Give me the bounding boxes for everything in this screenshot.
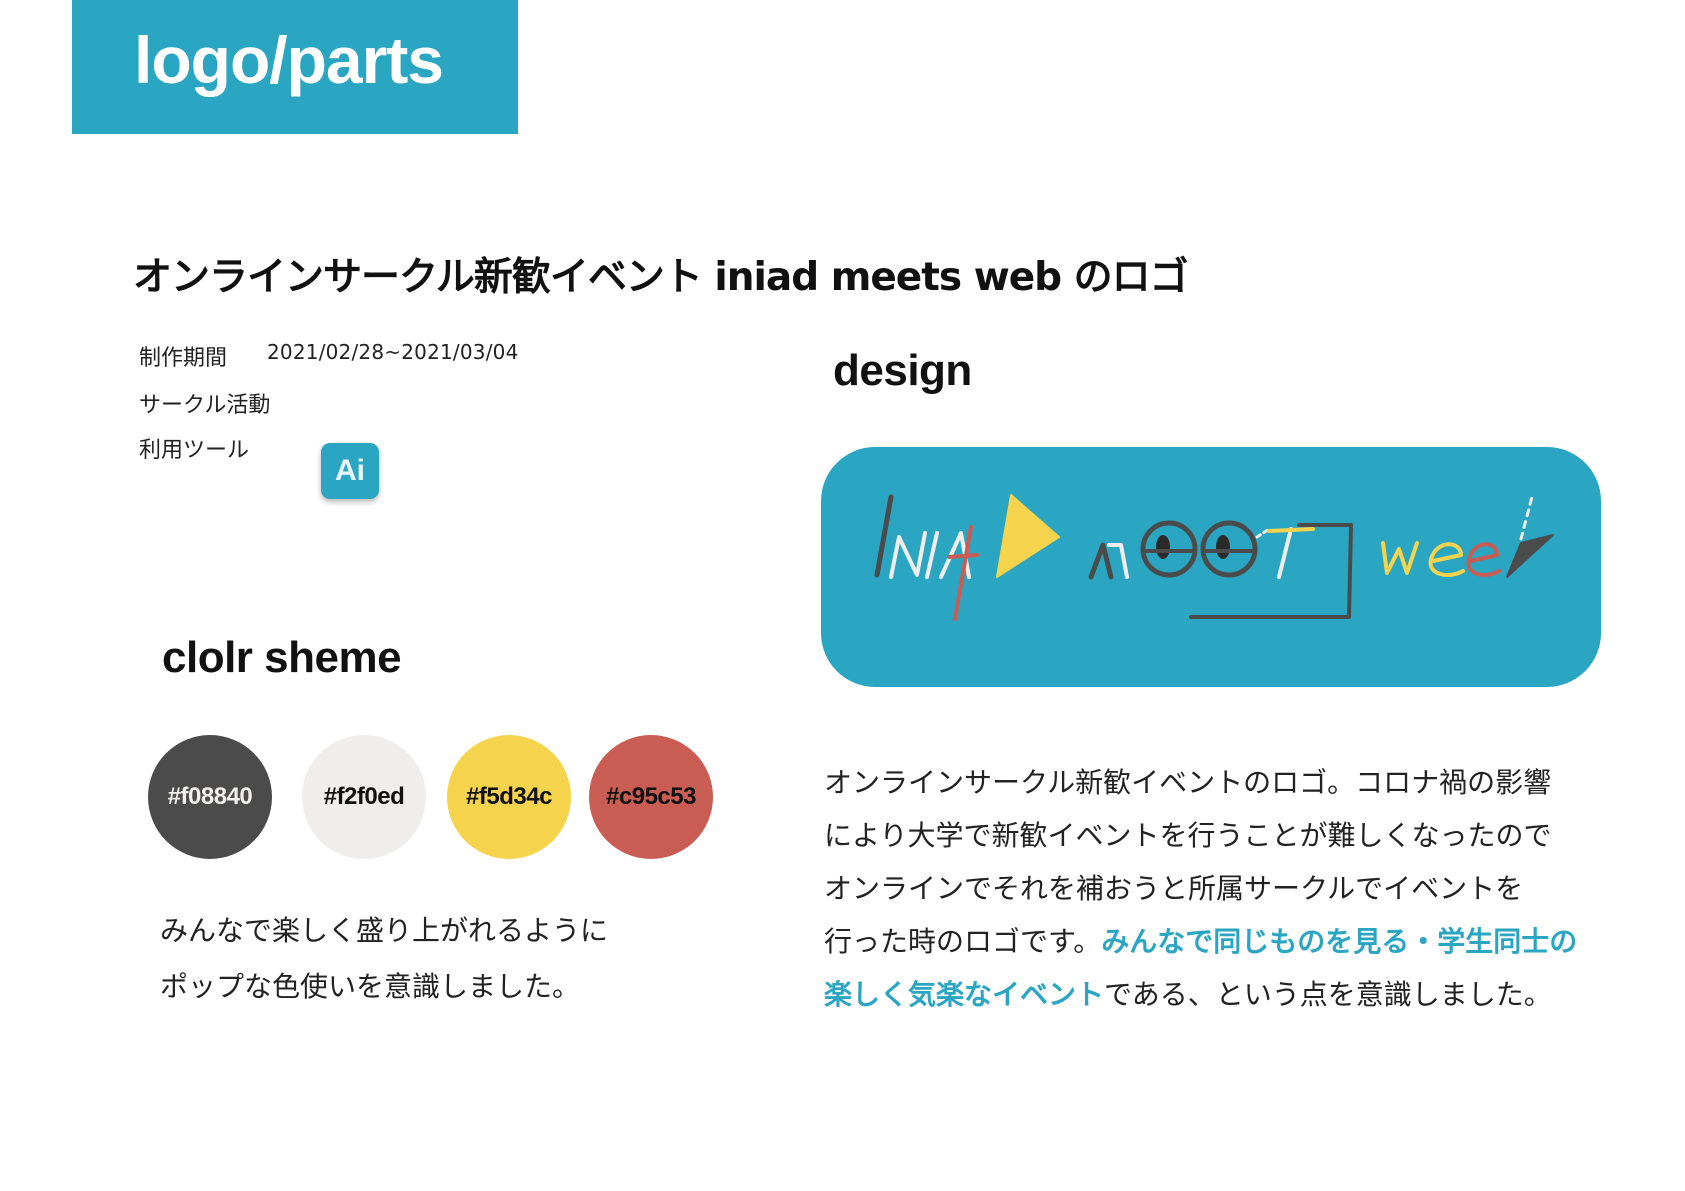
color-swatch-yellow-label: #f5d34c [466, 783, 552, 810]
color-swatch-dark-label: #f08840 [167, 783, 253, 810]
color-scheme-description: みんなで楽しく盛り上がれるように ポップな色使いを意識しました。 [160, 903, 608, 1015]
color-scheme-heading: clolr sheme [162, 633, 402, 682]
logo-preview-card [821, 447, 1601, 687]
design-desc-line-5-plain: である、という点を意識しました。 [1104, 978, 1552, 1011]
design-desc-line-5: 楽しく気楽なイベントである、という点を意識しました。 [824, 968, 1577, 1021]
color-swatch-light-label: #f2f0ed [323, 783, 405, 810]
illustrator-icon: Ai [321, 443, 379, 499]
header-banner: logo/parts [72, 0, 518, 134]
tools-label: 利用ツール [139, 438, 250, 463]
project-title: オンラインサークル新歓イベント iniad meets web のロゴ [133, 255, 1189, 300]
design-heading: design [833, 346, 972, 395]
design-desc-line-4: 行った時のロゴです。みんなで同じものを見る・学生同士の [824, 915, 1577, 968]
period-value: 2021/02/28~2021/03/04 [267, 340, 519, 364]
design-desc-highlight-1: みんなで同じものを見る・学生同士の [1101, 925, 1578, 958]
color-swatch-dark: #f08840 [148, 735, 272, 859]
iniad-meets-web-logo [874, 491, 1554, 621]
banner-title: logo/parts [134, 23, 444, 97]
design-description: オンラインサークル新歓イベントのロゴ。コロナ禍の影響 により大学で新歓イベントを… [824, 756, 1577, 1021]
design-desc-line-3: オンラインでそれを補おうと所属サークルでイベントを [824, 872, 1524, 905]
activity-label: サークル活動 [139, 393, 271, 418]
illustrator-icon-label: Ai [335, 454, 365, 487]
color-swatch-red: #c95c53 [589, 735, 713, 859]
design-desc-line-2: により大学で新歓イベントを行うことが難しくなったので [824, 819, 1552, 852]
design-desc-line-4-plain: 行った時のロゴです。 [824, 925, 1102, 958]
period-row: 制作期間 2021/02/28~2021/03/04 [139, 340, 518, 372]
color-swatch-red-label: #c95c53 [606, 783, 696, 810]
design-desc-highlight-2: 楽しく気楽なイベント [824, 978, 1105, 1011]
color-swatch-light: #f2f0ed [302, 735, 426, 859]
color-swatch-yellow: #f5d34c [447, 735, 571, 859]
color-desc-line-2: ポップな色使いを意識しました。 [160, 970, 581, 1003]
color-desc-line-1: みんなで楽しく盛り上がれるように [160, 914, 609, 947]
design-desc-line-1: オンラインサークル新歓イベントのロゴ。コロナ禍の影響 [824, 766, 1552, 799]
period-label: 制作期間 [139, 346, 228, 371]
